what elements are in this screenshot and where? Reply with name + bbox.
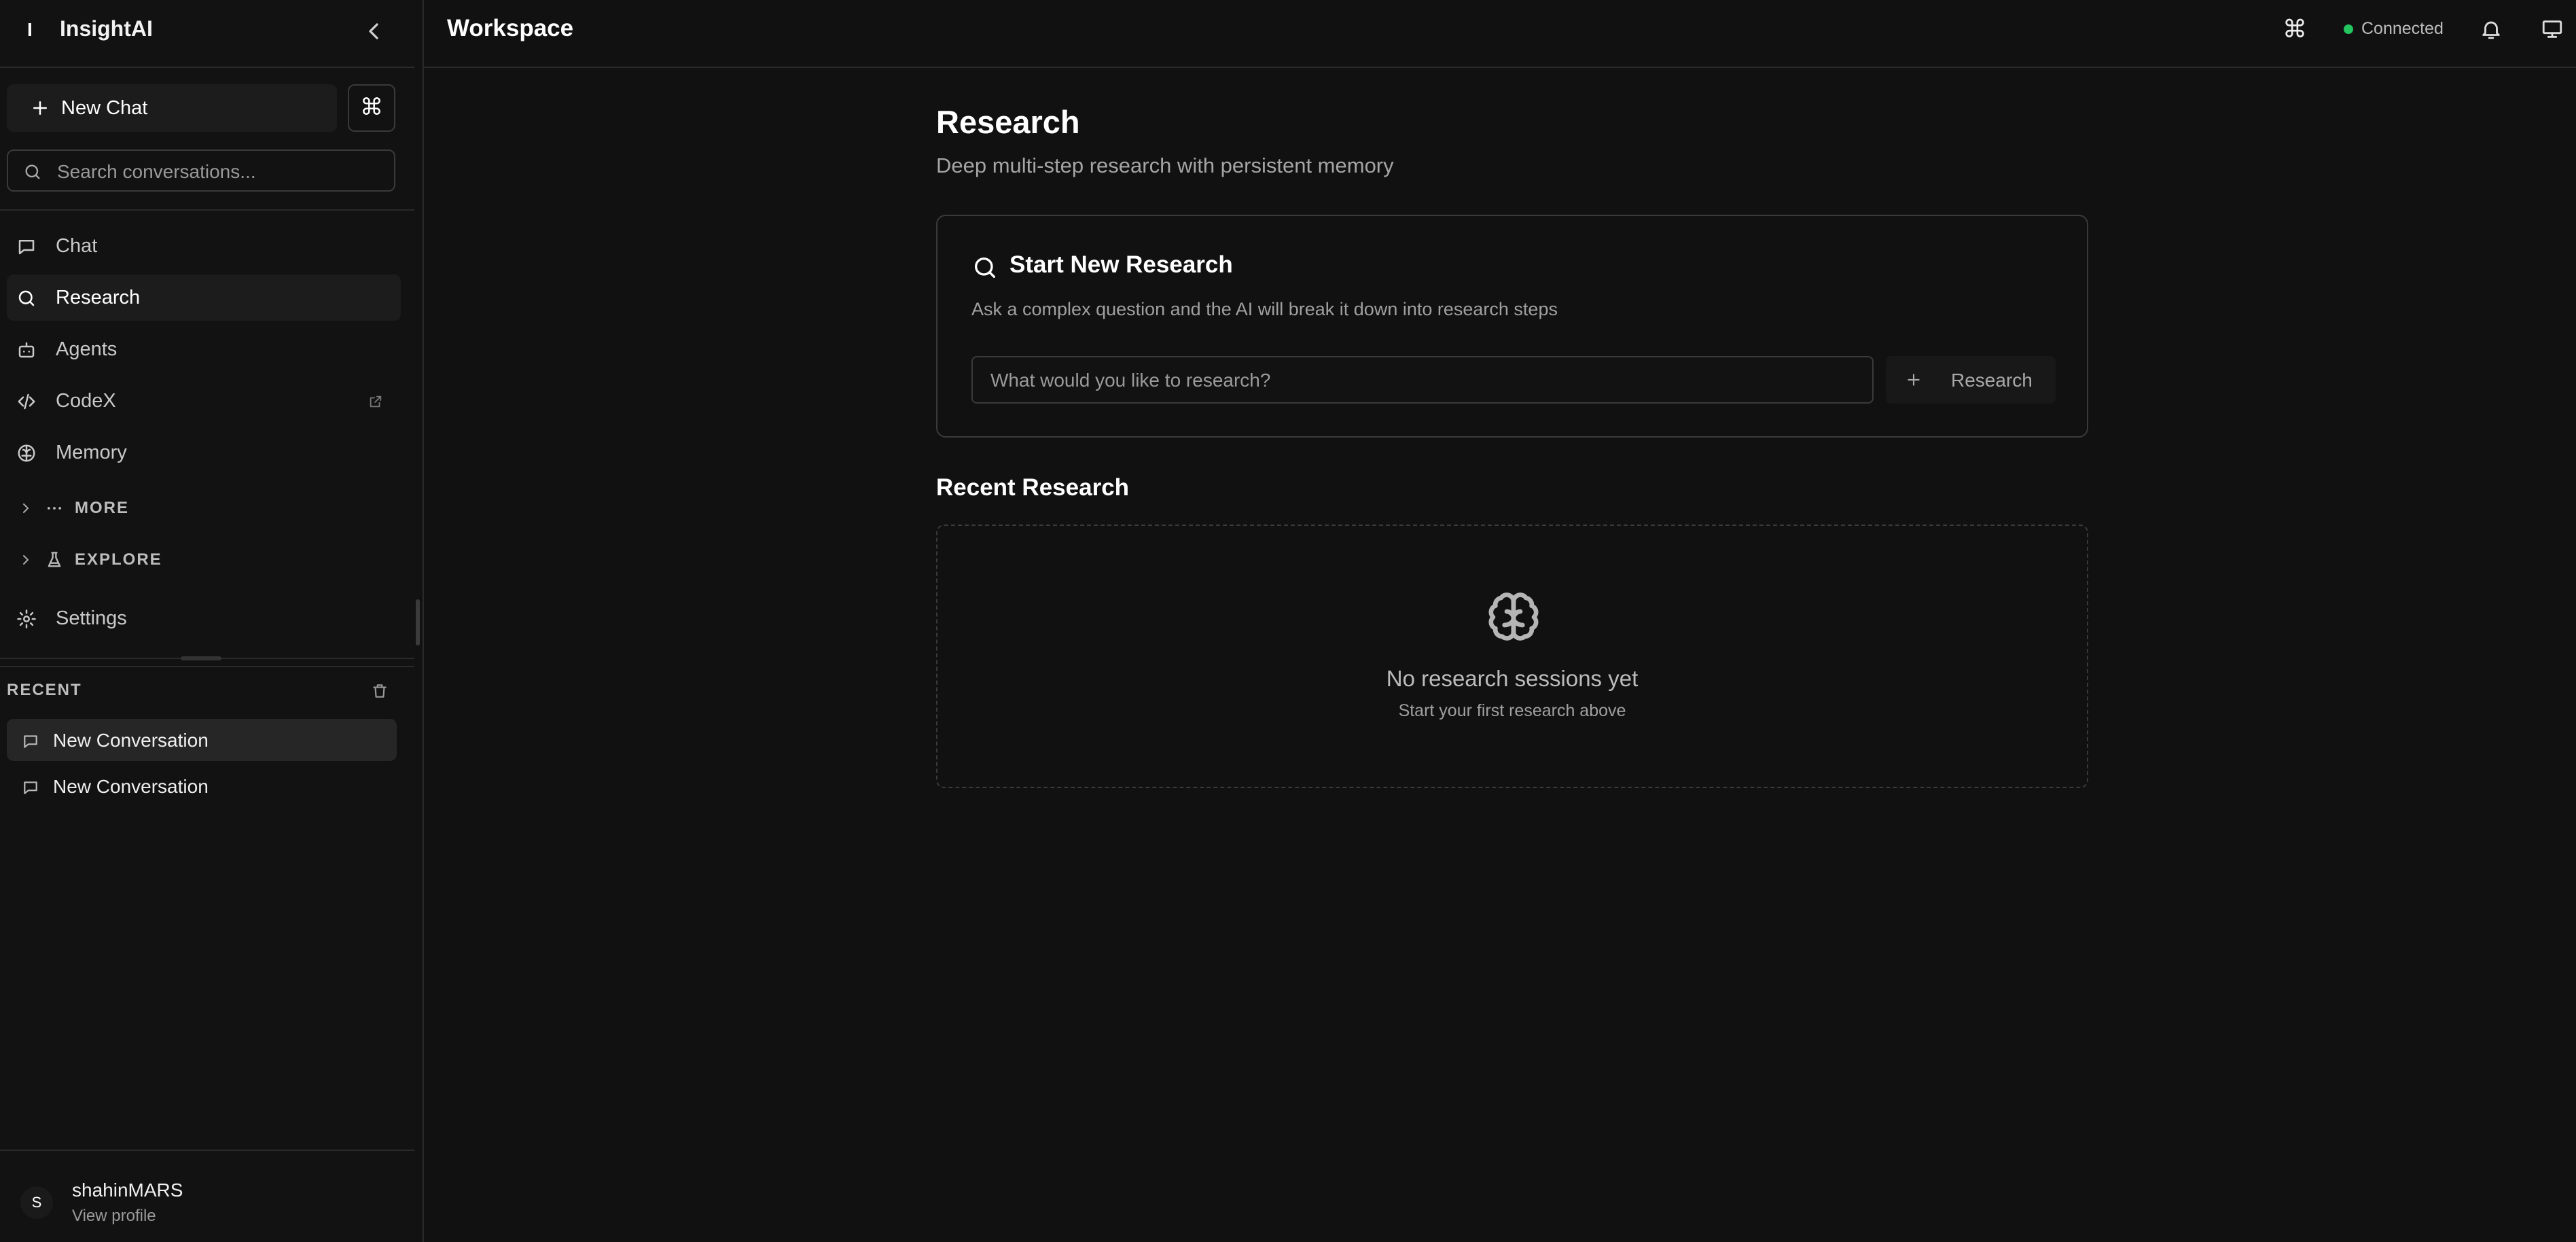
nav-label: Agents: [56, 338, 118, 360]
recent-research-title: Recent Research: [936, 474, 1130, 501]
search-input[interactable]: [56, 159, 384, 185]
app-name: InsightAI: [60, 16, 153, 41]
sidebar: I InsightAI New Chat ⌘ Chat Research Age…: [0, 0, 424, 1242]
collapse-sidebar-button[interactable]: [360, 18, 387, 45]
sidebar-header: I InsightAI: [0, 0, 414, 68]
nav-label: Memory: [56, 442, 127, 463]
recent-conversation[interactable]: New Conversation: [7, 719, 397, 761]
conversation-search[interactable]: [7, 149, 395, 192]
message-icon: [18, 240, 35, 255]
user-name: shahinMARS: [72, 1179, 183, 1201]
nav-label: Research: [56, 287, 141, 308]
monitor-icon: [2542, 20, 2562, 38]
gear-icon: [17, 609, 36, 628]
sidebar-resize-handle[interactable]: [416, 599, 420, 645]
chevron-right-icon: [23, 555, 29, 565]
bell-icon: [2482, 21, 2500, 39]
research-query-field[interactable]: [971, 356, 1874, 404]
nav-item-settings[interactable]: Settings: [7, 595, 401, 641]
card-title: Start New Research: [1009, 251, 1233, 278]
start-research-card: Start New Research Ask a complex questio…: [936, 215, 2088, 438]
nav-item-chat[interactable]: Chat: [7, 223, 401, 269]
page-header-title: Workspace: [447, 15, 574, 41]
clear-history-button[interactable]: [371, 682, 389, 700]
new-chat-label: New Chat: [61, 97, 148, 119]
code-icon: [18, 393, 35, 410]
flask-icon: [48, 552, 61, 567]
section-resize-grip[interactable]: [181, 656, 221, 660]
chevron-right-icon: [23, 503, 29, 513]
nav-item-memory[interactable]: Memory: [7, 429, 401, 476]
avatar[interactable]: S: [20, 1186, 53, 1219]
divider: [0, 209, 414, 211]
plus-icon: [1908, 374, 1920, 386]
divider: [0, 1150, 414, 1151]
bot-icon: [18, 342, 35, 358]
nav-label: CodeX: [56, 390, 116, 412]
search-icon: [18, 290, 35, 306]
nav-group-more[interactable]: MORE: [7, 488, 401, 529]
view-profile-link[interactable]: View profile: [72, 1207, 156, 1226]
nav-label: Settings: [56, 607, 127, 629]
recent-conversation[interactable]: New Conversation: [7, 765, 397, 807]
empty-state-title: No research sessions yet: [1386, 666, 1639, 691]
trash-icon: [373, 684, 387, 698]
chevron-left-icon: [369, 23, 378, 39]
search-icon: [25, 164, 40, 179]
message-icon: [24, 781, 37, 794]
ellipsis-icon: [47, 507, 62, 510]
conversation-title: New Conversation: [53, 776, 209, 797]
brain-icon: [18, 444, 35, 462]
message-icon: [24, 735, 37, 748]
command-palette-button[interactable]: ⌘: [348, 84, 395, 132]
page-subtitle: Deep multi-step research with persistent…: [936, 154, 1394, 177]
new-chat-button[interactable]: New Chat: [7, 84, 337, 132]
brain-icon: [1488, 592, 1539, 641]
top-bar: Workspace ⌘ Connected: [424, 0, 2576, 68]
empty-state: No research sessions yet Start your firs…: [936, 525, 2088, 788]
search-icon: [975, 258, 995, 278]
research-query-input[interactable]: [989, 368, 1861, 393]
start-research-button[interactable]: Research: [1886, 356, 2056, 404]
nav-item-agents[interactable]: Agents: [7, 326, 401, 372]
conversation-title: New Conversation: [53, 730, 209, 751]
card-description: Ask a complex question and the AI will b…: [971, 299, 1558, 319]
empty-state-subtitle: Start your first research above: [1398, 701, 1626, 720]
app-logo: I: [27, 19, 33, 40]
nav-group-label: EXPLORE: [75, 550, 162, 569]
start-research-label: Research: [1951, 370, 2033, 391]
divider: [0, 666, 414, 667]
connection-status: Connected: [2361, 19, 2444, 38]
notifications-button[interactable]: [2480, 18, 2503, 41]
app-root: I InsightAI New Chat ⌘ Chat Research Age…: [0, 0, 2576, 1242]
display-button[interactable]: [2541, 18, 2564, 41]
status-dot: [2344, 24, 2353, 34]
nav-label: Chat: [56, 235, 98, 257]
nav-item-codex[interactable]: CodeX: [7, 378, 401, 424]
nav-item-research[interactable]: Research: [7, 274, 401, 321]
recent-header: RECENT: [7, 681, 82, 699]
page-title: Research: [936, 104, 1080, 140]
plus-icon: [33, 101, 47, 115]
nav-group-label: MORE: [75, 499, 129, 517]
external-link-icon: [370, 395, 382, 408]
command-icon[interactable]: ⌘: [2283, 15, 2307, 43]
nav-group-explore[interactable]: EXPLORE: [7, 539, 401, 580]
